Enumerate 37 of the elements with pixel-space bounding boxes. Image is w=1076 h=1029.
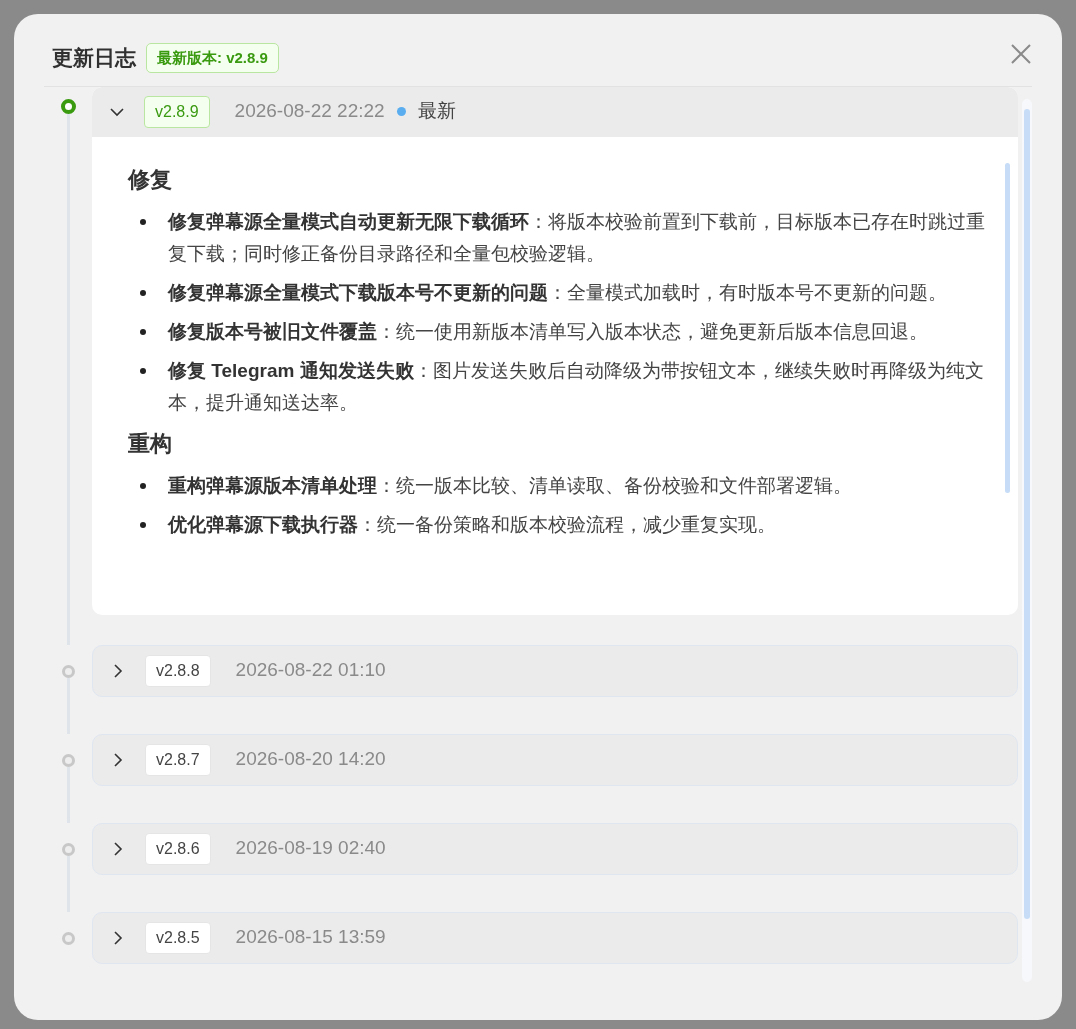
section-heading: 修复	[128, 165, 173, 194]
chevron-right-icon	[111, 930, 125, 945]
change-item: 修复弹幕源全量模式自动更新无限下载循环：将版本校验前置到下载前，目标版本已存在时跳过重复下载；同时修正备份目录路径和全量包校验逻辑。	[168, 209, 986, 266]
release-header[interactable]: v2.8.9 2026-08-22 22:22 最新	[92, 86, 1018, 137]
bullet-icon	[140, 367, 146, 374]
version-tag: v2.8.8	[145, 654, 211, 687]
change-item: 修复 Telegram 通知发送失败：图片发送失败后自动降级为带按钮文本，继续失败时再降级为纯文本，提升通知送达率。	[168, 358, 985, 415]
version-tag: v2.8.9	[144, 95, 210, 128]
chevron-right-icon	[111, 663, 125, 678]
latest-label: 最新	[417, 99, 456, 124]
version-tag: v2.8.6	[145, 832, 211, 865]
version-tag: v2.8.5	[145, 921, 211, 954]
chevron-right-icon	[111, 841, 125, 856]
dialog-title: 更新日志	[52, 45, 136, 71]
latest-version-badge: 最新版本: v2.8.9	[146, 42, 279, 73]
release-header[interactable]: v2.8.7 2026-08-20 14:20	[93, 734, 1017, 785]
change-item: 修复版本号被旧文件覆盖：统一使用新版本清单写入版本状态，避免更新后版本信息回退。	[168, 319, 929, 344]
release-date: 2026-08-19 02:40	[235, 836, 386, 861]
release-date: 2026-08-20 14:20	[235, 747, 386, 772]
chevron-right-icon	[111, 752, 125, 767]
release-date: 2026-08-15 13:59	[235, 925, 386, 950]
release-date: 2026-08-22 22:22	[234, 99, 385, 124]
close-icon[interactable]	[1010, 42, 1032, 65]
change-item: 重构弹幕源版本清单处理：统一版本比较、清单读取、备份校验和文件部署逻辑。	[168, 473, 853, 498]
bullet-icon	[140, 521, 146, 528]
bullet-icon	[140, 482, 146, 489]
section-heading: 重构	[128, 429, 173, 458]
release-header[interactable]: v2.8.6 2026-08-19 02:40	[93, 823, 1017, 874]
bullet-icon	[140, 289, 146, 296]
bullet-icon	[140, 218, 146, 225]
change-item: 优化弹幕源下载执行器：统一备份策略和版本校验流程，减少重复实现。	[168, 512, 777, 537]
bullet-icon	[140, 328, 146, 335]
release-header[interactable]: v2.8.5 2026-08-15 13:59	[93, 912, 1017, 963]
version-tag: v2.8.7	[145, 743, 211, 776]
release-header[interactable]: v2.8.8 2026-08-22 01:10	[93, 645, 1017, 696]
change-item: 修复弹幕源全量模式下载版本号不更新的问题：全量模式加载时，有时版本号不更新的问题。	[168, 280, 948, 305]
release-date: 2026-08-22 01:10	[235, 658, 386, 683]
